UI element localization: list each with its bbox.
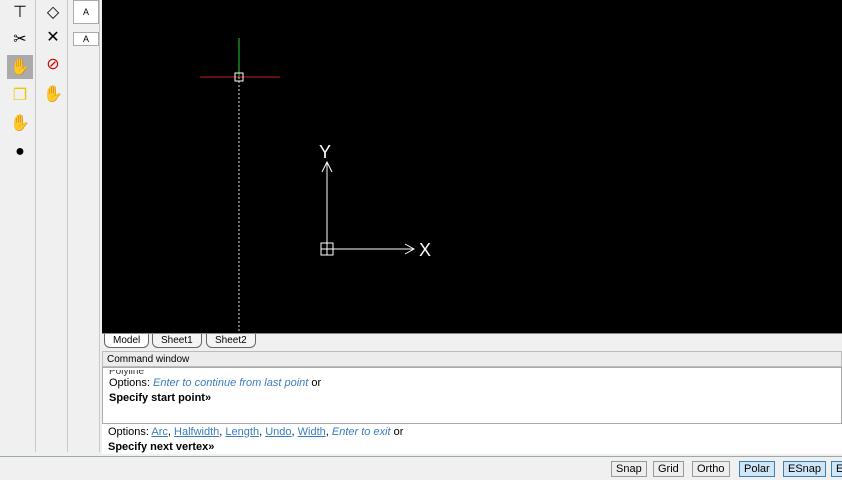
text-icon[interactable]: A	[73, 32, 99, 46]
mtext-label: A	[82, 7, 89, 17]
option-width[interactable]: Width	[298, 426, 326, 438]
ucs-y-label: Y	[319, 142, 331, 162]
hatch-icon[interactable]: ✋	[7, 55, 33, 79]
text-toolbar: A A	[72, 0, 100, 452]
intersection-icon[interactable]: ✕	[40, 25, 66, 49]
command-current[interactable]: Options: Arc, Halfwidth, Length, Undo, W…	[102, 424, 842, 454]
options-label: Options:	[109, 377, 150, 389]
grid-toggle[interactable]: Grid	[653, 461, 684, 477]
snap-toggle[interactable]: Snap	[611, 461, 647, 477]
layout-tabs: Model Sheet1 Sheet2	[102, 333, 842, 349]
ucs-icon	[320, 160, 416, 256]
modify-toolbar: ⊤ ✂ ✋ ❐ ✋ ●	[4, 0, 36, 452]
command-history[interactable]: Polyline Options: Enter to continue from…	[102, 367, 842, 424]
mtext-icon[interactable]: A	[73, 0, 99, 24]
history-prompt: Specify start point»	[109, 392, 212, 404]
status-bar: Snap Grid Ortho Polar ESnap ET	[0, 456, 842, 480]
option-continue: Enter to continue from last point	[153, 377, 309, 389]
snap-toolbar: ◇ ✕ ⊘ ✋	[38, 0, 68, 452]
command-window-title: Command window	[102, 351, 842, 367]
ucs-x-label: X	[419, 240, 431, 260]
chamfer-icon[interactable]: ◇	[40, 0, 66, 24]
option-halfwidth[interactable]: Halfwidth	[174, 426, 219, 438]
current-prompt: Specify next vertex»	[108, 441, 215, 453]
option-arc[interactable]: Arc	[151, 426, 168, 438]
option-undo[interactable]: Undo	[265, 426, 291, 438]
tab-sheet2[interactable]: Sheet2	[206, 334, 256, 348]
or-text: or	[393, 426, 404, 438]
ortho-toggle[interactable]: Ortho	[692, 461, 730, 477]
etrack-toggle[interactable]: ET	[831, 461, 842, 477]
esnap-toggle[interactable]: ESnap	[783, 461, 827, 477]
copy-icon[interactable]: ❐	[7, 83, 33, 107]
or-text: or	[311, 377, 322, 389]
tab-sheet1[interactable]: Sheet1	[152, 334, 202, 348]
grip-hand-icon[interactable]: ✋	[7, 111, 33, 135]
canvas-drawing: X Y	[200, 38, 431, 333]
snap-hand-icon[interactable]: ✋	[40, 82, 66, 106]
explode-bomb-icon[interactable]: ●	[7, 140, 33, 164]
text-label: A	[82, 34, 89, 44]
tab-model[interactable]: Model	[104, 334, 150, 348]
option-length[interactable]: Length	[225, 426, 259, 438]
option-exit[interactable]: Enter to exit	[332, 426, 391, 438]
options-label: Options:	[108, 426, 149, 438]
no-snap-icon[interactable]: ⊘	[40, 52, 66, 76]
polar-toggle[interactable]: Polar	[739, 461, 775, 477]
drawing-canvas[interactable]: X Y	[102, 0, 842, 333]
extend-icon[interactable]: ⊤	[7, 0, 33, 24]
trim-scissors-icon[interactable]: ✂	[7, 27, 33, 51]
